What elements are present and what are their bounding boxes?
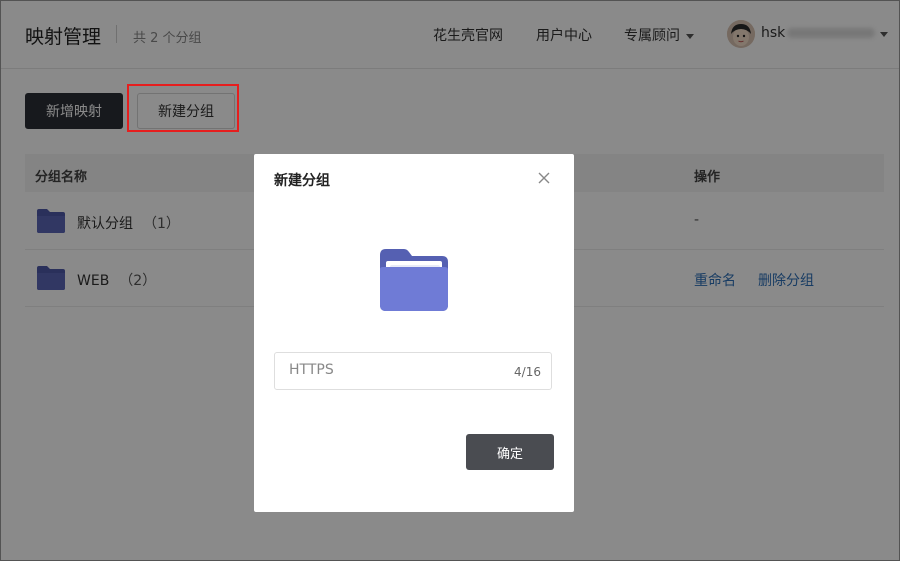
new-group-dialog: 新建分组 4/16 确定 (254, 154, 574, 512)
confirm-button[interactable]: 确定 (466, 434, 554, 470)
char-counter: 4/16 (514, 365, 541, 379)
dialog-title: 新建分组 (274, 173, 330, 189)
close-icon[interactable] (536, 170, 552, 186)
group-name-input[interactable] (289, 362, 489, 378)
folder-icon (380, 249, 448, 311)
group-name-field[interactable]: 4/16 (274, 352, 552, 390)
